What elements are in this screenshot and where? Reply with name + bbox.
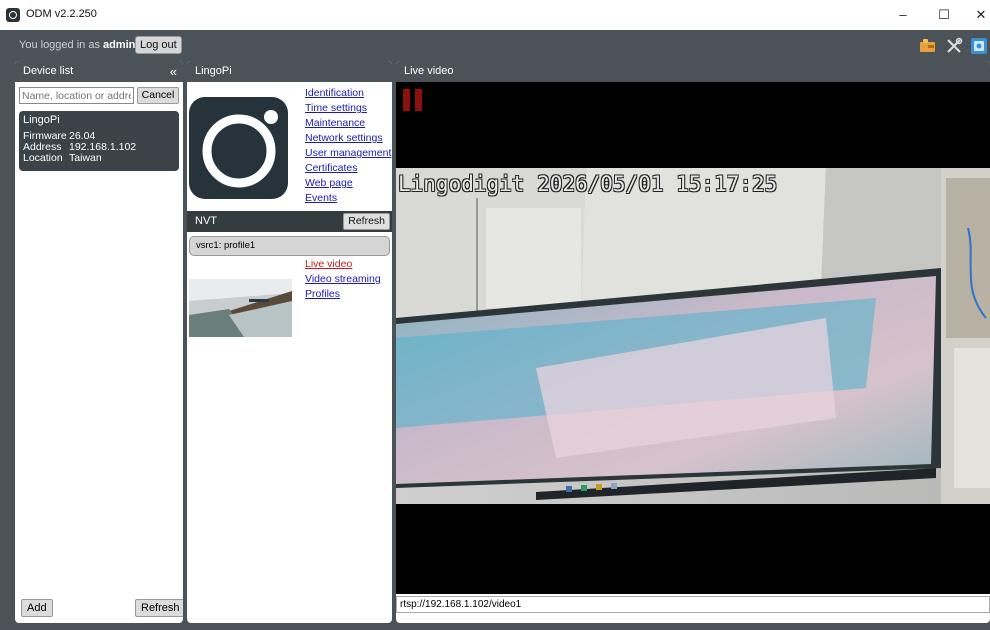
link-video-streaming[interactable]: Video streaming (305, 273, 381, 286)
puzzle-icon[interactable] (919, 37, 937, 55)
link-identification[interactable]: Identification (305, 87, 364, 100)
login-bar: You logged in as admin Log out (0, 30, 990, 60)
location-value: Taiwan (69, 152, 102, 164)
video-frame[interactable]: Lingodigit 2026/05/01 15:17:25 (396, 168, 990, 504)
video-thumbnail[interactable] (189, 279, 292, 337)
search-cancel-button[interactable]: Cancel (137, 87, 179, 104)
collapse-sidebar-icon[interactable]: « (170, 61, 177, 82)
live-video-header: Live video (396, 61, 990, 82)
pause-icon[interactable] (403, 89, 423, 111)
device-location-row: Location Taiwan (23, 153, 175, 164)
add-device-button[interactable]: Add (21, 599, 53, 617)
video-osd-timestamp: Lingodigit 2026/05/01 15:17:25 (398, 172, 778, 196)
link-live-video[interactable]: Live video (305, 258, 352, 271)
nvt-refresh-button[interactable]: Refresh (343, 213, 390, 230)
device-card-lingopi[interactable]: LingoPi Firmware 26.04 Address 192.168.1.1… (19, 111, 179, 171)
window-title-bar: ODM v2.2.250 – ☐ ✕ (0, 0, 990, 30)
location-label: Location (23, 152, 63, 164)
device-detail-title: LingoPi (195, 65, 232, 77)
tools-icon[interactable] (945, 37, 963, 55)
help-icon[interactable] (970, 37, 988, 55)
device-list-header: Device list « (15, 61, 183, 82)
window-title: ODM v2.2.250 (26, 8, 97, 20)
device-list-title: Device list (23, 65, 74, 77)
logout-button[interactable]: Log out (135, 36, 182, 54)
minimize-button[interactable]: – (888, 4, 918, 26)
link-maintenance[interactable]: Maintenance (305, 117, 365, 130)
login-status: You logged in as admin (19, 39, 135, 51)
camera-scene (396, 168, 990, 504)
video-player[interactable]: Lingodigit 2026/05/01 15:17:25 (396, 82, 990, 594)
stream-url-field[interactable] (396, 596, 990, 613)
camera-logo-icon (189, 97, 288, 199)
device-detail-header: LingoPi (187, 61, 392, 82)
link-certificates[interactable]: Certificates (305, 162, 358, 175)
device-name: LingoPi (23, 114, 60, 126)
nvt-bar: NVT Refresh (187, 211, 392, 232)
link-events[interactable]: Events (305, 192, 337, 205)
link-web-page[interactable]: Web page (305, 177, 353, 190)
link-time-settings[interactable]: Time settings (305, 102, 367, 115)
device-list-panel: Device list « Cancel LingoPi Firmware26.… (15, 61, 183, 623)
app-logo-icon (6, 8, 20, 22)
link-network-settings[interactable]: Network settings (305, 132, 383, 145)
close-button[interactable]: ✕ (966, 4, 990, 26)
nvt-title: NVT (195, 215, 217, 227)
link-user-management[interactable]: User management (305, 147, 391, 160)
device-search-input[interactable] (19, 87, 134, 104)
live-video-title: Live video (404, 65, 454, 77)
device-detail-panel: LingoPi Identification Time settings Mai… (187, 61, 392, 623)
login-username: admin (102, 39, 136, 51)
profile-tab[interactable]: vsrc1: profile1 (189, 236, 390, 256)
login-prefix: You logged in as (19, 39, 100, 51)
refresh-devices-button[interactable]: Refresh (135, 599, 183, 617)
maximize-button[interactable]: ☐ (929, 4, 959, 26)
link-profiles[interactable]: Profiles (305, 288, 340, 301)
live-video-panel: Live video Lingodigit 2026/05/01 15:17:2… (396, 61, 990, 623)
